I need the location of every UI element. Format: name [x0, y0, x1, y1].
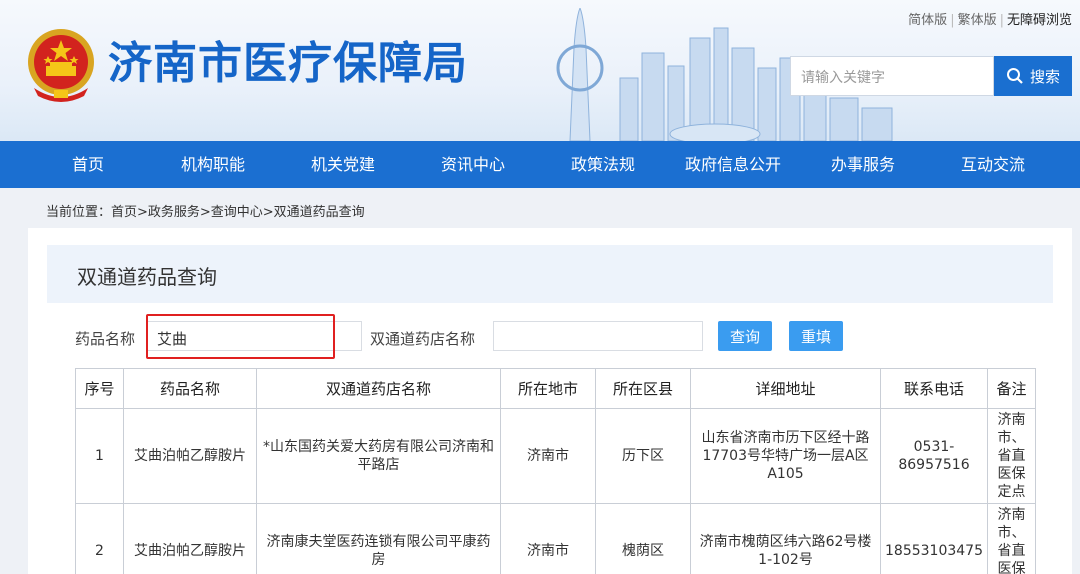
input-highlight-box	[146, 314, 335, 359]
search-icon	[1006, 68, 1023, 84]
table-cell: 济南市、省直医保定点	[986, 408, 1036, 504]
nav-item-services[interactable]: 办事服务	[798, 141, 928, 188]
table-cell: 济南市	[500, 408, 596, 504]
table-cell: 0531-86957516	[880, 408, 988, 504]
breadcrumb: 当前位置：首页>政务服务>查询中心>双通道药品查询	[46, 205, 365, 220]
nav-item-policy[interactable]: 政策法规	[538, 141, 668, 188]
col-header: 详细地址	[690, 368, 881, 409]
nav-item-functions[interactable]: 机构职能	[148, 141, 278, 188]
results-table: 序号 药品名称 双通道药店名称 所在地市 所在区县 详细地址 联系电话 备注 1…	[75, 368, 1036, 574]
table-cell: 18553103475	[880, 503, 988, 574]
nav-item-home[interactable]: 首页	[28, 141, 148, 188]
traditional-link[interactable]: 繁体版	[958, 13, 997, 28]
table-header-row: 序号 药品名称 双通道药店名称 所在地市 所在区县 详细地址 联系电话 备注	[75, 368, 1036, 409]
table-cell: 济南市槐荫区纬六路62号楼1-102号	[690, 503, 881, 574]
nav-item-disclosure[interactable]: 政府信息公开	[668, 141, 798, 188]
table-cell: 艾曲泊帕乙醇胺片	[123, 408, 257, 504]
col-header: 备注	[986, 368, 1036, 409]
table-cell: 济南康夫堂医药连锁有限公司平康药房	[256, 503, 501, 574]
col-header: 联系电话	[880, 368, 988, 409]
pharmacy-name-label: 双通道药店名称	[370, 330, 476, 348]
table-cell: 槐荫区	[595, 503, 691, 574]
table-row: 2 艾曲泊帕乙醇胺片 济南康夫堂医药连锁有限公司平康药房 济南市 槐荫区 济南市…	[75, 503, 1036, 574]
query-button[interactable]: 查询	[718, 321, 772, 351]
nav-item-interaction[interactable]: 互动交流	[928, 141, 1058, 188]
top-links: 简体版 | 繁体版 | 无障碍浏览	[908, 13, 1072, 28]
nav-item-news[interactable]: 资讯中心	[408, 141, 538, 188]
table-cell: 济南市、省直医保定点	[986, 503, 1036, 574]
reset-button[interactable]: 重填	[789, 321, 843, 351]
col-header: 序号	[75, 368, 124, 409]
panel-title: 双通道药品查询	[77, 265, 217, 289]
national-emblem-icon	[28, 29, 94, 102]
col-header: 所在地市	[500, 368, 596, 409]
accessibility-link[interactable]: 无障碍浏览	[1007, 13, 1072, 28]
query-panel: 双通道药品查询 药品名称 艾曲 双通道药店名称 查询 重填 序号 药品名称 双通…	[28, 228, 1072, 574]
table-cell: *山东国药关爱大药房有限公司济南和平路店	[256, 408, 501, 504]
search-input[interactable]: 请输入关键字	[790, 56, 994, 96]
table-cell: 艾曲泊帕乙醇胺片	[123, 503, 257, 574]
col-header: 双通道药店名称	[256, 368, 501, 409]
table-cell: 历下区	[595, 408, 691, 504]
search-button[interactable]: 搜索	[994, 56, 1072, 96]
site-header: 济南市医疗保障局 简体版 | 繁体版 | 无障碍浏览 请输入关键字 搜索	[0, 0, 1080, 141]
panel-header: 双通道药品查询	[47, 245, 1053, 303]
table-cell: 济南市	[500, 503, 596, 574]
main-nav: 首页 机构职能 机关党建 资讯中心 政策法规 政府信息公开 办事服务 互动交流	[0, 141, 1080, 188]
table-row: 1 艾曲泊帕乙醇胺片 *山东国药关爱大药房有限公司济南和平路店 济南市 历下区 …	[75, 408, 1036, 504]
table-cell: 1	[75, 408, 124, 504]
search-button-label: 搜索	[1029, 67, 1060, 86]
table-cell: 2	[75, 503, 124, 574]
drug-name-label: 药品名称	[75, 330, 136, 348]
site-title: 济南市医疗保障局	[108, 38, 468, 89]
pharmacy-name-input[interactable]	[493, 321, 703, 351]
simplified-link[interactable]: 简体版	[908, 13, 947, 28]
col-header: 所在区县	[595, 368, 691, 409]
nav-item-party[interactable]: 机关党建	[278, 141, 408, 188]
col-header: 药品名称	[123, 368, 257, 409]
table-cell: 山东省济南市历下区经十路17703号华特广场一层A区A105	[690, 408, 881, 504]
